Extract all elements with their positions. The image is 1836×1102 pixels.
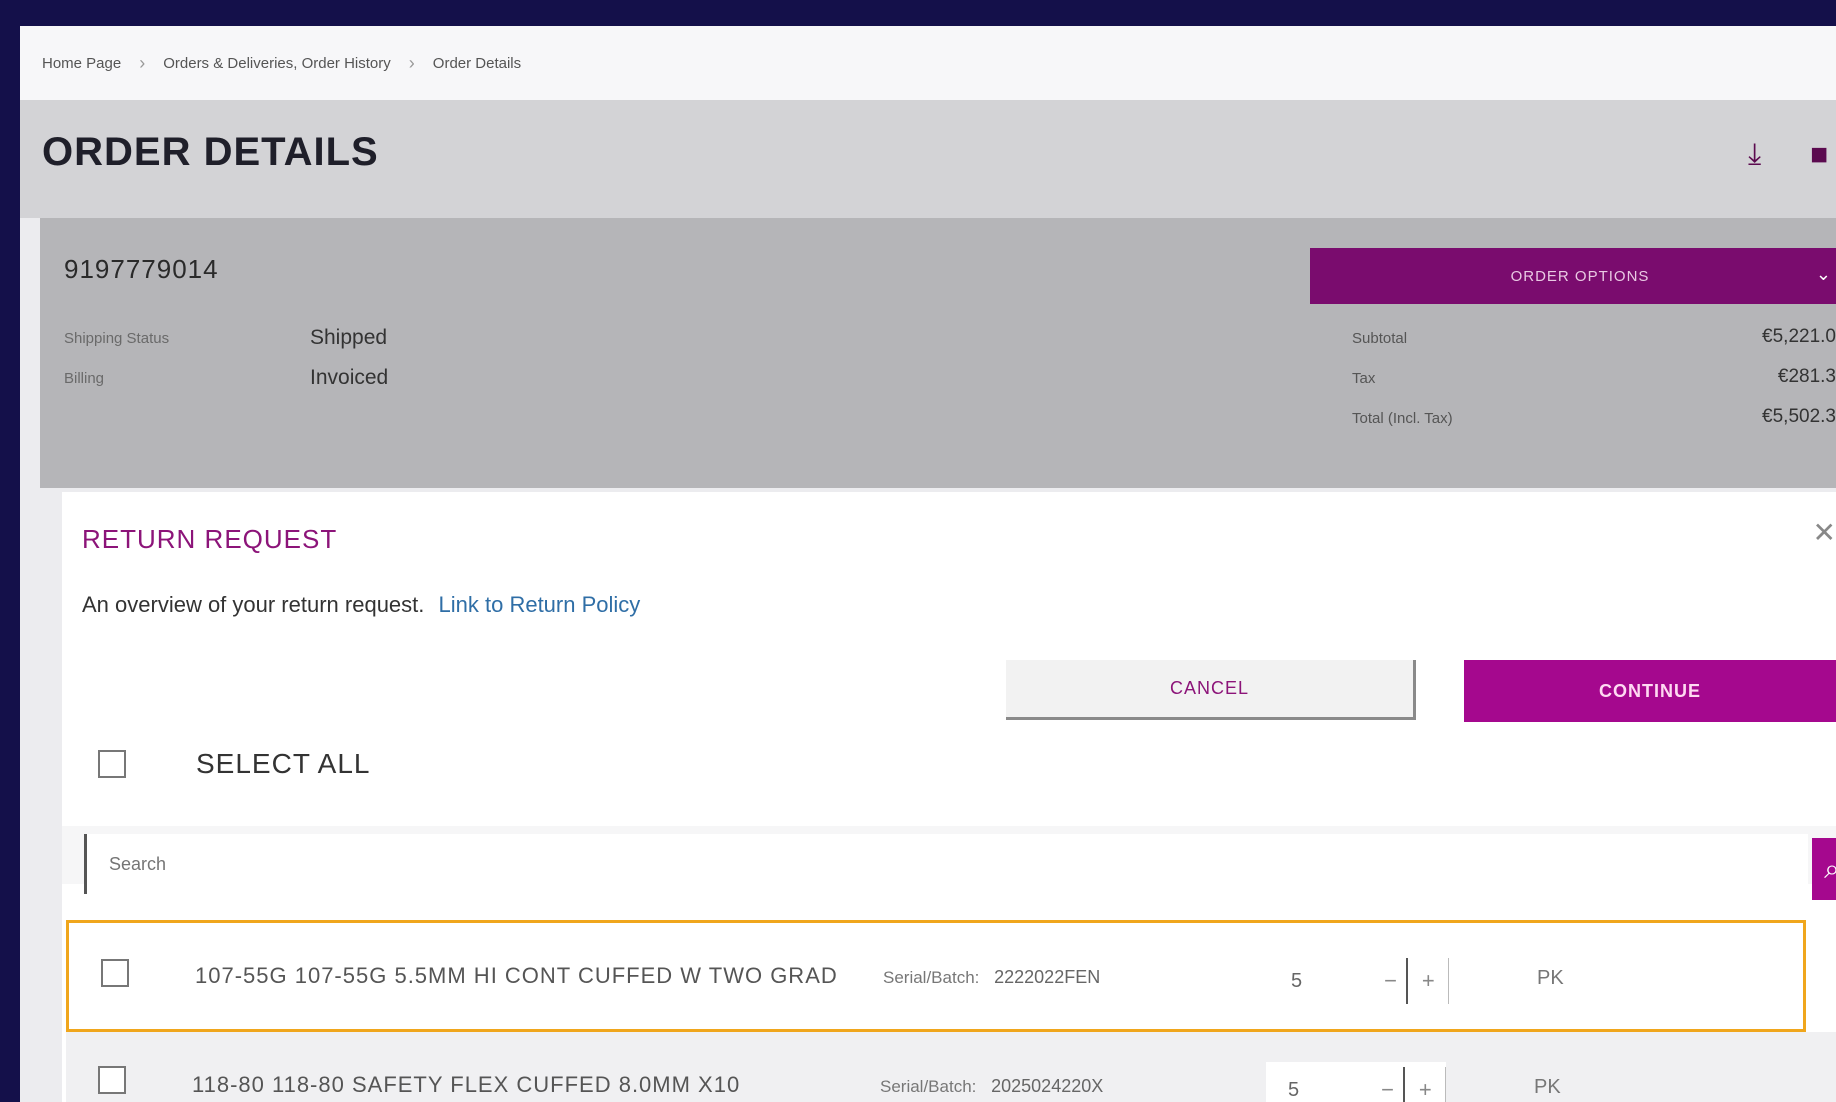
serial-batch: Serial/Batch: 2222022FEN bbox=[883, 967, 1100, 988]
print-icon[interactable]: ■ bbox=[1810, 138, 1828, 172]
continue-button[interactable]: CONTINUE bbox=[1464, 660, 1836, 722]
page-title: ORDER DETAILS bbox=[42, 130, 379, 174]
minus-icon[interactable]: − bbox=[1375, 958, 1409, 1004]
modal-description-text: An overview of your return request. bbox=[82, 592, 425, 617]
order-summary: 9197779014 Shipping Status Shipped Billi… bbox=[40, 218, 1836, 488]
billing-value: Invoiced bbox=[310, 366, 389, 389]
search-icon: ⌕ bbox=[1824, 852, 1836, 884]
item-checkbox[interactable] bbox=[98, 1066, 126, 1094]
unit-of-measure: PK bbox=[1537, 967, 1564, 989]
search-button[interactable]: ⌕ bbox=[1812, 838, 1836, 900]
serial-batch-label: Serial/Batch: bbox=[880, 1077, 977, 1096]
download-icon[interactable]: ⤓ bbox=[1748, 138, 1761, 172]
quantity-stepper: 5 − + bbox=[1266, 1062, 1446, 1102]
page-header: ORDER DETAILS ⤓ ■ bbox=[20, 100, 1836, 218]
serial-batch-value: 2222022FEN bbox=[994, 967, 1101, 987]
breadcrumb-home[interactable]: Home Page bbox=[42, 55, 121, 72]
return-item-row: 118-80 118-80 SAFETY FLEX CUFFED 8.0MM X… bbox=[66, 1032, 1836, 1102]
serial-batch-label: Serial/Batch: bbox=[883, 968, 980, 987]
select-all-label: SELECT ALL bbox=[196, 748, 371, 779]
close-icon[interactable]: ✕ bbox=[1813, 516, 1836, 549]
return-item-row: 107-55G 107-55G 5.5MM HI CONT CUFFED W T… bbox=[66, 920, 1806, 1032]
shipping-status-label: Shipping Status bbox=[64, 330, 170, 347]
return-request-modal: RETURN REQUEST ✕ An overview of your ret… bbox=[62, 492, 1836, 1102]
app-frame: Home Page › Orders & Deliveries, Order H… bbox=[20, 26, 1836, 1102]
modal-title: RETURN REQUEST bbox=[82, 524, 338, 554]
quantity-value[interactable]: 5 bbox=[1269, 970, 1375, 993]
plus-icon[interactable]: + bbox=[1408, 958, 1449, 1004]
breadcrumb-separator-icon: › bbox=[139, 52, 146, 73]
serial-batch-value: 2025024220X bbox=[991, 1076, 1104, 1096]
unit-of-measure: PK bbox=[1534, 1076, 1561, 1098]
search-input[interactable] bbox=[84, 834, 1808, 894]
tax-value: €281.3 bbox=[1777, 366, 1836, 387]
breadcrumb-current: Order Details bbox=[432, 54, 522, 72]
total-label: Total (Incl. Tax) bbox=[1352, 410, 1453, 427]
breadcrumb: Home Page › Orders & Deliveries, Order H… bbox=[20, 26, 1836, 100]
billing-label: Billing bbox=[64, 370, 105, 387]
select-all-checkbox[interactable] bbox=[98, 750, 126, 778]
item-description: 107-55G 107-55G 5.5MM HI CONT CUFFED W T… bbox=[195, 963, 838, 988]
chevron-down-icon: ⌄ bbox=[1815, 264, 1832, 284]
item-description: 118-80 118-80 SAFETY FLEX CUFFED 8.0MM X… bbox=[192, 1072, 741, 1097]
breadcrumb-separator-icon: › bbox=[408, 52, 415, 73]
quantity-stepper: 5 − + bbox=[1269, 953, 1449, 1009]
subtotal-value: €5,221.0 bbox=[1762, 326, 1836, 347]
plus-icon[interactable]: + bbox=[1405, 1067, 1446, 1102]
serial-batch: Serial/Batch: 2025024220X bbox=[880, 1076, 1103, 1097]
modal-description: An overview of your return request. Link… bbox=[82, 592, 640, 618]
minus-icon[interactable]: − bbox=[1372, 1067, 1406, 1102]
cancel-button[interactable]: CANCEL bbox=[1006, 660, 1416, 720]
order-number: 9197779014 bbox=[64, 254, 219, 284]
order-options-dropdown[interactable]: ORDER OPTIONS ⌄ bbox=[1310, 248, 1836, 304]
total-value: €5,502.3 bbox=[1762, 406, 1836, 427]
shipping-status-value: Shipped bbox=[310, 326, 388, 349]
order-options-label: ORDER OPTIONS bbox=[1510, 267, 1650, 285]
item-checkbox[interactable] bbox=[101, 959, 129, 987]
subtotal-label: Subtotal bbox=[1352, 330, 1408, 347]
quantity-value[interactable]: 5 bbox=[1266, 1079, 1372, 1102]
breadcrumb-order-history[interactable]: Orders & Deliveries, Order History bbox=[163, 55, 391, 72]
tax-label: Tax bbox=[1352, 370, 1376, 387]
return-policy-link[interactable]: Link to Return Policy bbox=[439, 592, 641, 617]
